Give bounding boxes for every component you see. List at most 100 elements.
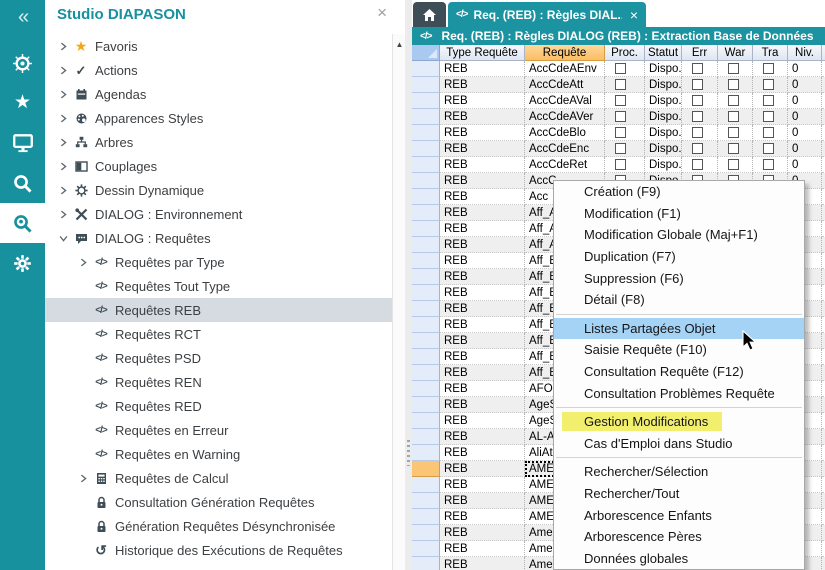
checkbox-tra[interactable] xyxy=(753,109,788,125)
checkbox-tra[interactable] xyxy=(753,77,788,93)
cell-statut[interactable]: Dispo. xyxy=(645,141,682,157)
menu-item-suppression-f6-[interactable]: Suppression (F6) xyxy=(554,267,804,289)
cell-type-requete[interactable]: REB xyxy=(440,445,525,461)
menu-item-cr-ation-f9-[interactable]: Création (F9) xyxy=(554,181,804,203)
tree-item-requ-tes-ren[interactable]: </>Requêtes REN xyxy=(45,370,392,394)
menu-item-arborescence-enfants[interactable]: Arborescence Enfants xyxy=(554,504,804,526)
close-icon[interactable]: × xyxy=(377,4,387,21)
tree-item-arbres[interactable]: Arbres xyxy=(45,130,392,154)
menu-item-modification-globale-maj-f1-[interactable]: Modification Globale (Maj+F1) xyxy=(554,224,804,246)
checkbox-unchecked[interactable] xyxy=(692,63,703,74)
rail-item-display[interactable] xyxy=(0,123,45,163)
checkbox-war[interactable] xyxy=(718,77,753,93)
menu-item-listes-partag-es-objet[interactable]: Listes Partagées Objet xyxy=(554,318,804,340)
checkbox-war[interactable] xyxy=(718,125,753,141)
splitter-handle[interactable] xyxy=(407,440,410,466)
chevron-right-icon[interactable] xyxy=(55,134,71,150)
checkbox-war[interactable] xyxy=(718,61,753,77)
select-all-corner[interactable] xyxy=(412,45,440,61)
cell-type-requete[interactable]: REB xyxy=(440,189,525,205)
tree-item-favoris[interactable]: ★Favoris xyxy=(45,34,392,58)
cell-statut[interactable]: Dispo. xyxy=(645,109,682,125)
checkbox-unchecked[interactable] xyxy=(615,111,626,122)
menu-item-rechercher-s-lection[interactable]: Rechercher/Sélection xyxy=(554,461,804,483)
chevron-right-icon[interactable] xyxy=(55,158,71,174)
checkbox-unchecked[interactable] xyxy=(692,95,703,106)
cell-statut[interactable]: Dispo. xyxy=(645,125,682,141)
chevron-down-icon[interactable] xyxy=(55,230,71,246)
tree-item-requ-tes-psd[interactable]: </>Requêtes PSD xyxy=(45,346,392,370)
checkbox-unchecked[interactable] xyxy=(615,143,626,154)
cell-niv[interactable]: 0 xyxy=(788,77,822,93)
rail-item-search[interactable] xyxy=(0,163,45,203)
table-row[interactable]: REBAccCdeRetDispo.0 xyxy=(412,157,825,173)
cell-type-requete[interactable]: REB xyxy=(440,317,525,333)
table-row[interactable]: REBAccCdeAEnvDispo.0 xyxy=(412,61,825,77)
menu-item-saisie-requ-te-f10-[interactable]: Saisie Requête (F10) xyxy=(554,339,804,361)
cell-type-requete[interactable]: REB xyxy=(440,477,525,493)
menu-item-modification-f1-[interactable]: Modification (F1) xyxy=(554,203,804,225)
cell-statut[interactable]: Dispo. xyxy=(645,77,682,93)
checkbox-tra[interactable] xyxy=(753,157,788,173)
checkbox-proc[interactable] xyxy=(605,77,645,93)
checkbox-err[interactable] xyxy=(682,61,718,77)
cell-niv[interactable]: 0 xyxy=(788,125,822,141)
checkbox-err[interactable] xyxy=(682,77,718,93)
menu-item-consultation-probl-mes-requ-te[interactable]: Consultation Problèmes Requête xyxy=(554,382,804,404)
cell-statut[interactable]: Dispo. xyxy=(645,157,682,173)
cell-type-requete[interactable]: REB xyxy=(440,109,525,125)
chevron-right-icon[interactable] xyxy=(55,206,71,222)
checkbox-unchecked[interactable] xyxy=(728,143,739,154)
checkbox-proc[interactable] xyxy=(605,61,645,77)
cell-type-requete[interactable]: REB xyxy=(440,61,525,77)
cell-statut[interactable]: Dispo. xyxy=(645,61,682,77)
chevron-right-icon[interactable] xyxy=(55,62,71,78)
checkbox-proc[interactable] xyxy=(605,157,645,173)
table-row[interactable]: REBAccCdeBloDispo.0 xyxy=(412,125,825,141)
tree-item-dialog-requ-tes[interactable]: DIALOG : Requêtes xyxy=(45,226,392,250)
menu-item-donn-es-globales[interactable]: Données globales xyxy=(554,548,804,570)
panel-splitter[interactable] xyxy=(405,0,412,570)
rail-item-helm-wheel[interactable] xyxy=(0,43,45,83)
column-header-war[interactable]: War xyxy=(718,45,753,61)
checkbox-unchecked[interactable] xyxy=(692,143,703,154)
table-row[interactable]: REBAccCdeEncDispo.0 xyxy=(412,141,825,157)
tree-item-couplages[interactable]: Couplages xyxy=(45,154,392,178)
cell-type-requete[interactable]: REB xyxy=(440,381,525,397)
cell-type-requete[interactable]: REB xyxy=(440,525,525,541)
menu-item-cas-d-emploi-dans-studio[interactable]: Cas d'Emploi dans Studio xyxy=(554,433,804,455)
menu-item-consultation-requ-te-f12-[interactable]: Consultation Requête (F12) xyxy=(554,361,804,383)
tree-item-requ-tes-reb[interactable]: </>Requêtes REB xyxy=(45,298,392,322)
tree-item-g-n-ration-requ-tes-d-synchronis-e[interactable]: Génération Requêtes Désynchronisée xyxy=(45,514,392,538)
tree-item-requ-tes-par-type[interactable]: </>Requêtes par Type xyxy=(45,250,392,274)
menu-item-arborescence-p-res[interactable]: Arborescence Pères xyxy=(554,526,804,548)
checkbox-unchecked[interactable] xyxy=(763,143,774,154)
tree-item-requ-tes-tout-type[interactable]: </>Requêtes Tout Type xyxy=(45,274,392,298)
checkbox-war[interactable] xyxy=(718,141,753,157)
checkbox-err[interactable] xyxy=(682,125,718,141)
cell-requete[interactable]: AccCdeEnc xyxy=(525,141,605,157)
cell-type-requete[interactable]: REB xyxy=(440,141,525,157)
checkbox-unchecked[interactable] xyxy=(763,79,774,90)
cell-requete[interactable]: AccCdeAtt xyxy=(525,77,605,93)
column-header-requ-te[interactable]: Requête xyxy=(525,45,605,61)
checkbox-proc[interactable] xyxy=(605,109,645,125)
column-header-type-requ-te[interactable]: Type Requête xyxy=(440,45,525,61)
checkbox-unchecked[interactable] xyxy=(692,111,703,122)
cell-type-requete[interactable]: REB xyxy=(440,285,525,301)
checkbox-unchecked[interactable] xyxy=(763,159,774,170)
checkbox-unchecked[interactable] xyxy=(763,127,774,138)
cell-statut[interactable]: Dispo. xyxy=(645,93,682,109)
column-header-niv-[interactable]: Niv. xyxy=(788,45,822,61)
checkbox-unchecked[interactable] xyxy=(692,79,703,90)
checkbox-proc[interactable] xyxy=(605,93,645,109)
cell-type-requete[interactable]: REB xyxy=(440,333,525,349)
cell-type-requete[interactable]: REB xyxy=(440,397,525,413)
cell-niv[interactable]: 0 xyxy=(788,157,822,173)
chevron-right-icon[interactable] xyxy=(55,38,71,54)
column-header-tra[interactable]: Tra xyxy=(753,45,788,61)
checkbox-err[interactable] xyxy=(682,93,718,109)
cell-type-requete[interactable]: REB xyxy=(440,493,525,509)
checkbox-err[interactable] xyxy=(682,157,718,173)
scroll-up-icon[interactable]: ▲ xyxy=(393,40,406,49)
